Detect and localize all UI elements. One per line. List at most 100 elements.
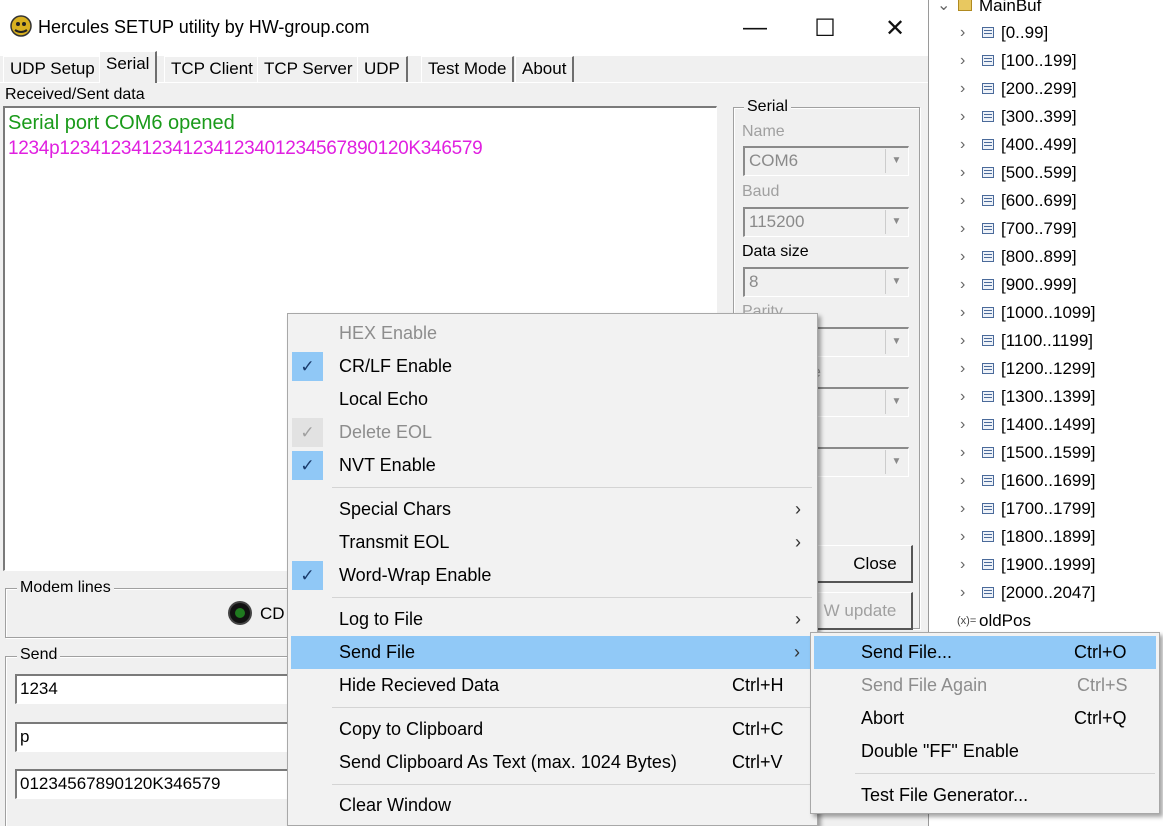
chevron-right-icon[interactable]: ›: [960, 467, 965, 495]
minimize-button[interactable]: —: [720, 0, 790, 56]
chevron-right-icon[interactable]: ›: [960, 159, 965, 187]
tree-item-label: [0..99]: [1001, 23, 1049, 42]
baud-label: Baud: [742, 183, 780, 200]
check-icon: ✓: [292, 451, 323, 480]
array-icon: [982, 167, 994, 178]
tree-node-array-slice[interactable]: › [1100..1199]: [929, 327, 1163, 355]
chevron-right-icon[interactable]: ›: [960, 495, 965, 523]
chevron-right-icon[interactable]: ›: [960, 103, 965, 131]
chevron-right-icon[interactable]: ›: [960, 75, 965, 103]
chevron-right-icon[interactable]: ›: [960, 187, 965, 215]
menu-item-delete-eol[interactable]: ✓ Delete EOL: [288, 416, 817, 449]
chevron-right-icon[interactable]: ›: [960, 131, 965, 159]
tree-node-oldpos[interactable]: (x)= oldPos: [929, 607, 1163, 635]
tree-node-array-slice[interactable]: › [800..899]: [929, 243, 1163, 271]
tree-node-array-slice[interactable]: › [400..499]: [929, 131, 1163, 159]
chevron-right-icon[interactable]: ›: [960, 243, 965, 271]
array-icon: [982, 111, 994, 122]
chevron-right-icon[interactable]: ›: [960, 411, 965, 439]
submenu-item-test-generator[interactable]: Test File Generator...: [811, 779, 1159, 812]
tree-node-array-slice[interactable]: › [200..299]: [929, 75, 1163, 103]
menu-item-word-wrap[interactable]: ✓ Word-Wrap Enable: [288, 559, 817, 592]
tree-node-array-slice[interactable]: › [0..99]: [929, 19, 1163, 47]
tree-node-array-slice[interactable]: › [900..999]: [929, 271, 1163, 299]
menu-separator: [855, 773, 1155, 774]
submenu-item-abort[interactable]: Abort Ctrl+Q: [811, 702, 1159, 735]
menu-item-clear-window[interactable]: Clear Window: [288, 789, 817, 822]
maximize-button[interactable]: ☐: [790, 0, 860, 56]
menu-item-send-clipboard[interactable]: Send Clipboard As Text (max. 1024 Bytes)…: [288, 746, 817, 779]
tab-about[interactable]: About: [515, 56, 575, 82]
tab-test-mode[interactable]: Test Mode: [421, 56, 515, 82]
port-name-select[interactable]: COM6 ▼: [743, 146, 909, 176]
menu-item-send-file[interactable]: Send File ›: [291, 636, 813, 669]
tree-node-array-slice[interactable]: › [1800..1899]: [929, 523, 1163, 551]
menu-separator: [332, 597, 812, 598]
tab-serial[interactable]: Serial: [99, 51, 158, 83]
submenu-item-double-ff[interactable]: Double "FF" Enable: [811, 735, 1159, 768]
baud-select[interactable]: 115200 ▼: [743, 207, 909, 237]
tree-node-array-slice[interactable]: › [1700..1799]: [929, 495, 1163, 523]
chevron-down-icon: ▼: [885, 450, 907, 474]
tab-udp-setup[interactable]: UDP Setup: [3, 56, 103, 82]
menu-item-crlf-enable[interactable]: ✓ CR/LF Enable: [288, 350, 817, 383]
tab-tcp-client[interactable]: TCP Client: [164, 56, 261, 82]
array-icon: [982, 559, 994, 570]
menu-item-local-echo[interactable]: Local Echo: [288, 383, 817, 416]
array-icon: [982, 279, 994, 290]
chevron-right-icon[interactable]: ›: [960, 551, 965, 579]
tree-item-label: [1700..1799]: [1001, 499, 1096, 518]
chevron-right-icon[interactable]: ›: [960, 47, 965, 75]
title-bar[interactable]: Hercules SETUP utility by HW-group.com —…: [0, 0, 928, 56]
tree-node-mainbuf[interactable]: ⌄ MainBuf: [929, 0, 1163, 20]
chevron-right-icon[interactable]: ›: [960, 327, 965, 355]
tree-node-array-slice[interactable]: › [1900..1999]: [929, 551, 1163, 579]
chevron-right-icon[interactable]: ›: [960, 19, 965, 47]
tree-node-array-slice[interactable]: › [2000..2047]: [929, 579, 1163, 607]
chevron-right-icon[interactable]: ›: [960, 215, 965, 243]
tree-node-array-slice[interactable]: › [1300..1399]: [929, 383, 1163, 411]
array-icon: [982, 83, 994, 94]
menu-item-label: Copy to Clipboard: [339, 719, 484, 739]
tree-node-array-slice[interactable]: › [1500..1599]: [929, 439, 1163, 467]
tree-node-array-slice[interactable]: › [1400..1499]: [929, 411, 1163, 439]
menu-item-label: Test File Generator...: [861, 785, 1029, 805]
tree-node-array-slice[interactable]: › [100..199]: [929, 47, 1163, 75]
menu-item-special-chars[interactable]: Special Chars ›: [288, 493, 817, 526]
tab-udp[interactable]: UDP: [357, 56, 408, 82]
chevron-right-icon[interactable]: ›: [960, 439, 965, 467]
tree-item-label: [1400..1499]: [1001, 415, 1096, 434]
tree-item-label: [800..899]: [1001, 247, 1077, 266]
chevron-right-icon[interactable]: ›: [960, 299, 965, 327]
menu-item-label: Send File Again: [861, 675, 988, 695]
menu-item-copy-clipboard[interactable]: Copy to Clipboard Ctrl+C: [288, 713, 817, 746]
tree-node-array-slice[interactable]: › [700..799]: [929, 215, 1163, 243]
send-input-2[interactable]: p: [15, 722, 300, 752]
close-button[interactable]: ✕: [860, 0, 928, 56]
tab-tcp-server[interactable]: TCP Server: [257, 56, 361, 82]
chevron-right-icon[interactable]: ›: [960, 271, 965, 299]
menu-item-label: HEX Enable: [339, 323, 438, 343]
tree-node-array-slice[interactable]: › [300..399]: [929, 103, 1163, 131]
menu-item-label: Abort: [861, 708, 905, 728]
chevron-right-icon[interactable]: ›: [960, 579, 965, 607]
data-size-select[interactable]: 8 ▼: [743, 267, 909, 297]
tree-node-array-slice[interactable]: › [600..699]: [929, 187, 1163, 215]
menu-item-hex-enable[interactable]: HEX Enable: [288, 317, 817, 350]
send-input-1[interactable]: 1234: [15, 674, 300, 704]
menu-item-log-to-file[interactable]: Log to File ›: [288, 603, 817, 636]
submenu-item-send-again[interactable]: Send File Again Ctrl+S: [811, 669, 1159, 702]
chevron-right-icon[interactable]: ›: [960, 355, 965, 383]
chevron-right-icon[interactable]: ›: [960, 523, 965, 551]
tree-node-array-slice[interactable]: › [1200..1299]: [929, 355, 1163, 383]
menu-item-nvt-enable[interactable]: ✓ NVT Enable: [288, 449, 817, 482]
menu-item-transmit-eol[interactable]: Transmit EOL ›: [288, 526, 817, 559]
send-input-3[interactable]: 01234567890120K346579: [15, 769, 300, 799]
array-icon: [982, 139, 994, 150]
tree-node-array-slice[interactable]: › [1600..1699]: [929, 467, 1163, 495]
menu-item-hide-received[interactable]: Hide Recieved Data Ctrl+H: [288, 669, 817, 702]
chevron-right-icon[interactable]: ›: [960, 383, 965, 411]
tree-node-array-slice[interactable]: › [1000..1099]: [929, 299, 1163, 327]
tree-node-array-slice[interactable]: › [500..599]: [929, 159, 1163, 187]
submenu-item-send-file[interactable]: Send File... Ctrl+O: [814, 636, 1156, 669]
